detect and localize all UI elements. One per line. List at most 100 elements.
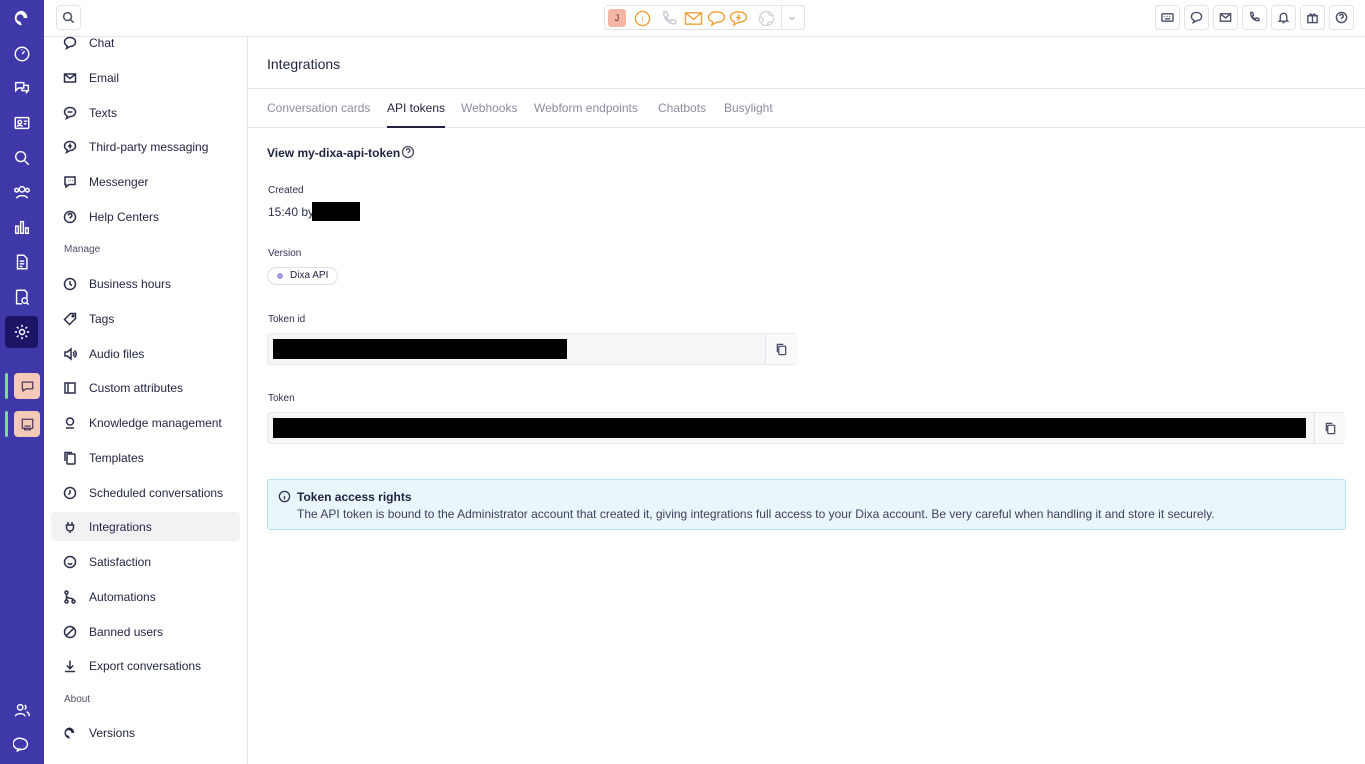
- search-icon[interactable]: [5, 142, 38, 174]
- sidebar-item-label: Texts: [89, 105, 118, 120]
- question-circle-icon[interactable]: [401, 145, 415, 159]
- sidebar-item-export-conversations[interactable]: Export conversations: [51, 651, 240, 680]
- smiley-icon: [63, 555, 77, 568]
- sidebar-item-label: Templates: [89, 450, 144, 465]
- created-label: Created: [268, 185, 304, 196]
- token-id-field[interactable]: [267, 333, 797, 365]
- lightbulb-icon: [65, 416, 75, 429]
- dixa-logo-icon[interactable]: [5, 2, 38, 34]
- phone-channel-icon[interactable]: [659, 9, 679, 27]
- presence-selector[interactable]: J !: [604, 5, 805, 30]
- email-channel-icon[interactable]: [682, 9, 704, 27]
- chat-channel-icon[interactable]: [705, 9, 727, 27]
- phone-button[interactable]: [1242, 5, 1267, 30]
- status-warning-icon[interactable]: !: [632, 9, 652, 27]
- tab-busylight[interactable]: Busylight: [724, 89, 773, 128]
- sidebar-item-messenger[interactable]: Messenger: [51, 167, 240, 196]
- display-app-icon[interactable]: [14, 411, 40, 437]
- sidebar-item-label: Versions: [89, 725, 136, 740]
- ban-icon: [63, 625, 77, 638]
- sidebar-item-label: Custom attributes: [89, 380, 184, 395]
- sidebar-item-scheduled-conversations[interactable]: Scheduled conversations: [51, 478, 240, 507]
- sidebar-item-label: Satisfaction: [89, 554, 152, 569]
- tab-api-tokens[interactable]: API tokens: [387, 89, 446, 128]
- sidebar-item-label: Third-party messaging: [89, 139, 209, 154]
- chat-button[interactable]: [1184, 5, 1209, 30]
- contacts-icon[interactable]: [5, 107, 38, 139]
- tab-chatbots[interactable]: Chatbots: [658, 89, 706, 128]
- chat-app-icon[interactable]: [14, 373, 40, 399]
- copy-token-button[interactable]: [1314, 413, 1346, 443]
- sidebar-item-label: Business hours: [89, 276, 172, 291]
- dixa-logo-icon: [64, 727, 75, 738]
- app-rail: [0, 0, 44, 764]
- global-search-button[interactable]: [56, 5, 81, 30]
- redacted-token: [273, 418, 1306, 438]
- info-text: The API token is bound to the Administra…: [297, 507, 1215, 521]
- tab-conversation-cards[interactable]: Conversation cards: [267, 89, 370, 128]
- token-label: Token: [268, 393, 295, 404]
- token-field[interactable]: [267, 412, 1346, 444]
- copy-icon: [776, 343, 787, 355]
- sidebar-item-versions[interactable]: Versions: [51, 718, 240, 747]
- speaker-icon: [64, 346, 77, 361]
- sidebar-item-label: Messenger: [89, 174, 149, 189]
- chevron-down-icon[interactable]: [781, 5, 801, 30]
- sidebar-item-third-party-messaging[interactable]: Third-party messaging: [51, 132, 240, 161]
- team-icon[interactable]: [5, 694, 38, 726]
- sidebar-item-custom-attributes[interactable]: Custom attributes: [51, 373, 240, 402]
- copy-token-id-button[interactable]: [765, 334, 797, 364]
- sidebar-item-templates[interactable]: Templates: [51, 443, 240, 472]
- token-access-info-banner: Token access rights The API token is bou…: [267, 479, 1346, 530]
- dashboard-icon[interactable]: [5, 38, 38, 70]
- sidebar-item-label: Banned users: [89, 624, 164, 639]
- display-app-indicator: [5, 411, 8, 437]
- feedback-chat-icon[interactable]: [5, 729, 38, 761]
- conversations-icon[interactable]: [5, 72, 38, 104]
- toolbar-right: [1155, 5, 1354, 30]
- sidebar-item-texts[interactable]: Texts: [51, 98, 240, 127]
- quality-review-icon[interactable]: [5, 281, 38, 313]
- sidebar-item-label: Scheduled conversations: [89, 485, 224, 500]
- keyboard-button[interactable]: [1155, 5, 1180, 30]
- sidebar-item-audio-files[interactable]: Audio files: [51, 339, 240, 368]
- search-icon: [62, 11, 75, 24]
- bell-icon: [1277, 12, 1290, 24]
- sidebar-item-chat[interactable]: Chat: [51, 28, 240, 57]
- tab-webhooks[interactable]: Webhooks: [461, 89, 517, 128]
- gift-icon: [1307, 13, 1318, 24]
- manage-heading: Manage: [64, 244, 101, 255]
- flow-icon: [64, 589, 76, 604]
- sidebar-item-integrations[interactable]: Integrations: [51, 512, 240, 541]
- help-button[interactable]: [1329, 5, 1354, 30]
- sidebar-item-help-centers[interactable]: Help Centers: [51, 202, 240, 231]
- sms-bubble-icon: [63, 106, 77, 120]
- sidebar-item-satisfaction[interactable]: Satisfaction: [51, 547, 240, 576]
- sidebar-item-knowledge-management[interactable]: Knowledge management: [51, 408, 240, 437]
- sidebar-item-label: Integrations: [89, 519, 152, 534]
- settings-gear-icon[interactable]: [5, 316, 38, 348]
- analytics-icon[interactable]: [5, 211, 38, 243]
- sidebar-item-email[interactable]: Email: [51, 63, 240, 92]
- notifications-button[interactable]: [1271, 5, 1296, 30]
- user-avatar[interactable]: J: [608, 9, 626, 27]
- reports-icon[interactable]: [5, 246, 38, 278]
- redacted-token-id: [273, 339, 567, 359]
- email-button[interactable]: [1213, 5, 1238, 30]
- copy-icon: [64, 451, 76, 465]
- sidebar-item-label: Export conversations: [89, 658, 202, 673]
- sidebar-item-banned-users[interactable]: Banned users: [51, 617, 240, 646]
- page-title: Integrations: [267, 56, 341, 72]
- sidebar-item-automations[interactable]: Automations: [51, 582, 240, 611]
- tab-webform-endpoints[interactable]: Webform endpoints: [534, 89, 638, 128]
- settings-sidebar: Chat Email Texts Third-party messaging M…: [44, 36, 248, 764]
- agents-icon[interactable]: [5, 176, 38, 208]
- sidebar-item-tags[interactable]: Tags: [51, 304, 240, 333]
- redacted-creator: [312, 202, 360, 221]
- copy-icon: [1325, 422, 1336, 434]
- sidebar-item-business-hours[interactable]: Business hours: [51, 269, 240, 298]
- messaging-channel-icon[interactable]: [727, 9, 749, 27]
- globe-channel-icon[interactable]: [755, 9, 777, 27]
- gifts-button[interactable]: [1300, 5, 1325, 30]
- sidebar-item-label: Help Centers: [89, 209, 160, 224]
